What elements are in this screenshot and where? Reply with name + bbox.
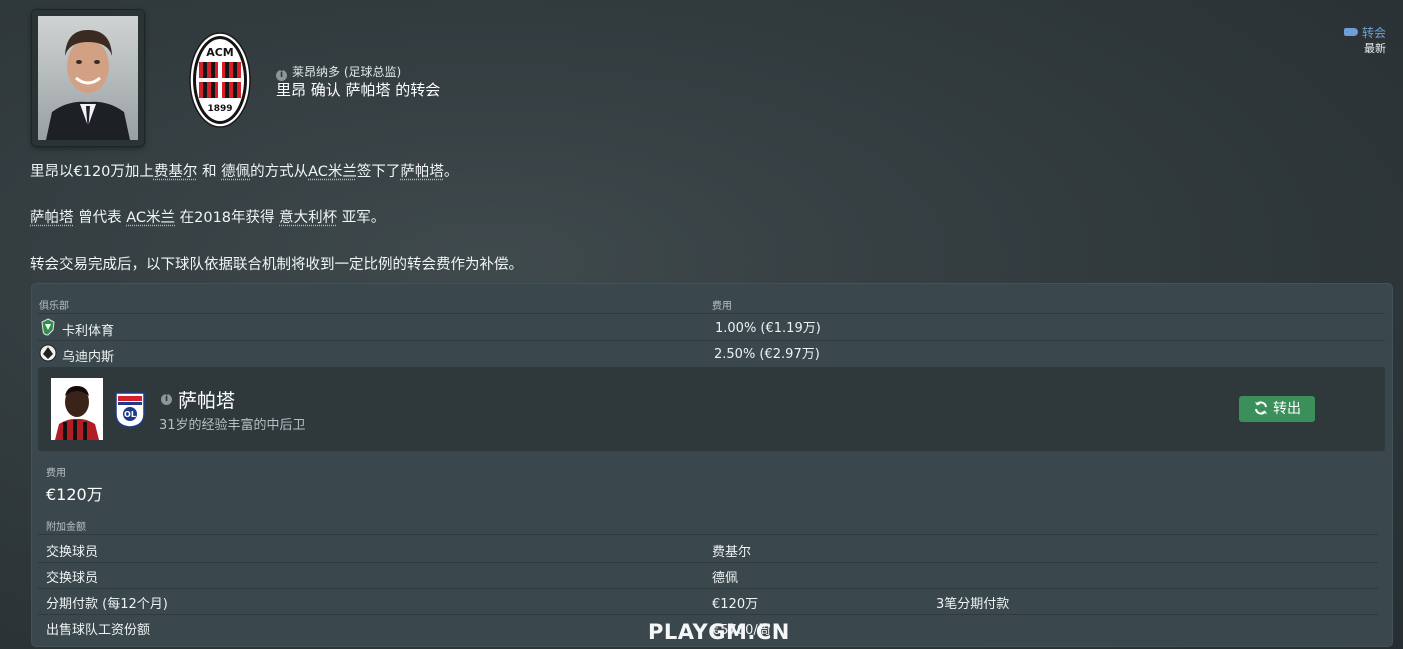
extra-row-detail: 3笔分期付款 xyxy=(936,597,1010,612)
extra-row-value[interactable]: 费基尔 xyxy=(712,541,751,560)
club-name[interactable]: 乌迪内斯 xyxy=(62,346,114,365)
divider xyxy=(38,340,1385,341)
fee-value: 2.50% (€2.97万) xyxy=(714,347,820,362)
ac-milan-crest-icon: ACM 1899 xyxy=(189,32,251,128)
tag-icon xyxy=(1343,28,1358,36)
fee-label: 费用 xyxy=(46,468,66,479)
paragraph-history: 萨帕塔 曾代表 AC米兰 在2018年获得 意大利杯 亚军。 xyxy=(30,206,385,227)
manager-photo xyxy=(38,16,138,140)
news-headline: 里昂 确认 萨帕塔 的转会 xyxy=(276,81,441,99)
manager-portrait[interactable] xyxy=(32,10,144,146)
svg-text:OL: OL xyxy=(124,410,136,419)
lyon-crest-icon: OL xyxy=(115,392,145,428)
club-link-milan[interactable]: AC米兰 xyxy=(126,210,175,226)
extras-label: 附加金额 xyxy=(46,522,86,533)
club-crest[interactable]: ACM 1899 xyxy=(189,32,251,132)
text-segment: 曾代表 xyxy=(73,210,127,226)
player-club-badge[interactable]: OL xyxy=(115,392,145,432)
club-badge-icon xyxy=(39,344,57,362)
news-time: 最新 xyxy=(1364,42,1386,55)
extra-row-value: €120万 xyxy=(712,597,759,612)
extra-row-label: 交换球员 xyxy=(46,571,99,586)
transfer-out-button[interactable]: 转出 xyxy=(1239,396,1315,422)
paragraph-transfer: 里昂以€120万加上费基尔 和 德佩的方式从AC米兰签下了萨帕塔。 xyxy=(30,160,458,181)
transfer-out-label: 转出 xyxy=(1273,401,1301,417)
text-segment: 里昂以€120万加上 xyxy=(30,164,154,180)
svg-text:1899: 1899 xyxy=(207,104,232,114)
text-segment: 和 xyxy=(197,164,222,180)
extra-row-label: 交换球员 xyxy=(46,545,99,560)
watermark: PLAYGM.CN xyxy=(648,620,790,644)
news-category-label: 转会 xyxy=(1361,26,1386,40)
player-description: 31岁的经验丰富的中后卫 xyxy=(159,418,306,433)
fee-value: €120万 xyxy=(46,485,103,504)
divider xyxy=(38,534,1378,535)
fee-value: 1.00% (€1.19万) xyxy=(715,321,821,336)
text-segment: 亚军。 xyxy=(337,210,386,226)
news-category-tag[interactable]: 转会 xyxy=(1343,24,1386,41)
info-icon[interactable]: i xyxy=(161,394,172,405)
player-name[interactable]: 萨帕塔 xyxy=(178,386,235,413)
text-segment: 在2018年获得 xyxy=(175,210,280,226)
player-link-fekir[interactable]: 费基尔 xyxy=(154,164,198,180)
divider xyxy=(38,588,1378,589)
player-link-depay[interactable]: 德佩 xyxy=(221,164,250,180)
paragraph-solidarity: 转会交易完成后，以下球队依据联合机制将收到一定比例的转会费作为补偿。 xyxy=(30,257,523,273)
competition-link[interactable]: 意大利杯 xyxy=(279,210,337,226)
club-name[interactable]: 卡利体育 xyxy=(62,320,114,339)
text-segment: 的方式从 xyxy=(250,164,309,180)
player-portrait xyxy=(51,378,103,440)
column-header-club: 俱乐部 xyxy=(39,301,69,312)
player-card xyxy=(38,367,1385,451)
player-photo[interactable] xyxy=(51,378,103,440)
author-name[interactable]: 莱昂纳多 (足球总监) xyxy=(292,65,401,79)
club-badge-icon xyxy=(41,318,55,336)
player-link-zapata[interactable]: 萨帕塔 xyxy=(400,164,444,180)
extra-row-label: 出售球队工资份额 xyxy=(46,623,151,638)
text-segment: 签下了 xyxy=(356,164,401,180)
extra-row-value[interactable]: 德佩 xyxy=(712,567,738,586)
text-segment: 。 xyxy=(443,164,459,180)
divider xyxy=(38,313,1385,314)
divider xyxy=(38,562,1378,563)
extra-row-label: 分期付款 (每12个月) xyxy=(46,597,168,612)
svg-text:ACM: ACM xyxy=(206,46,234,59)
club-link-milan[interactable]: AC米兰 xyxy=(308,164,357,180)
column-header-fee: 费用 xyxy=(712,301,732,312)
divider xyxy=(38,614,1378,615)
player-link-zapata[interactable]: 萨帕塔 xyxy=(30,210,74,226)
refresh-icon xyxy=(1255,401,1267,415)
